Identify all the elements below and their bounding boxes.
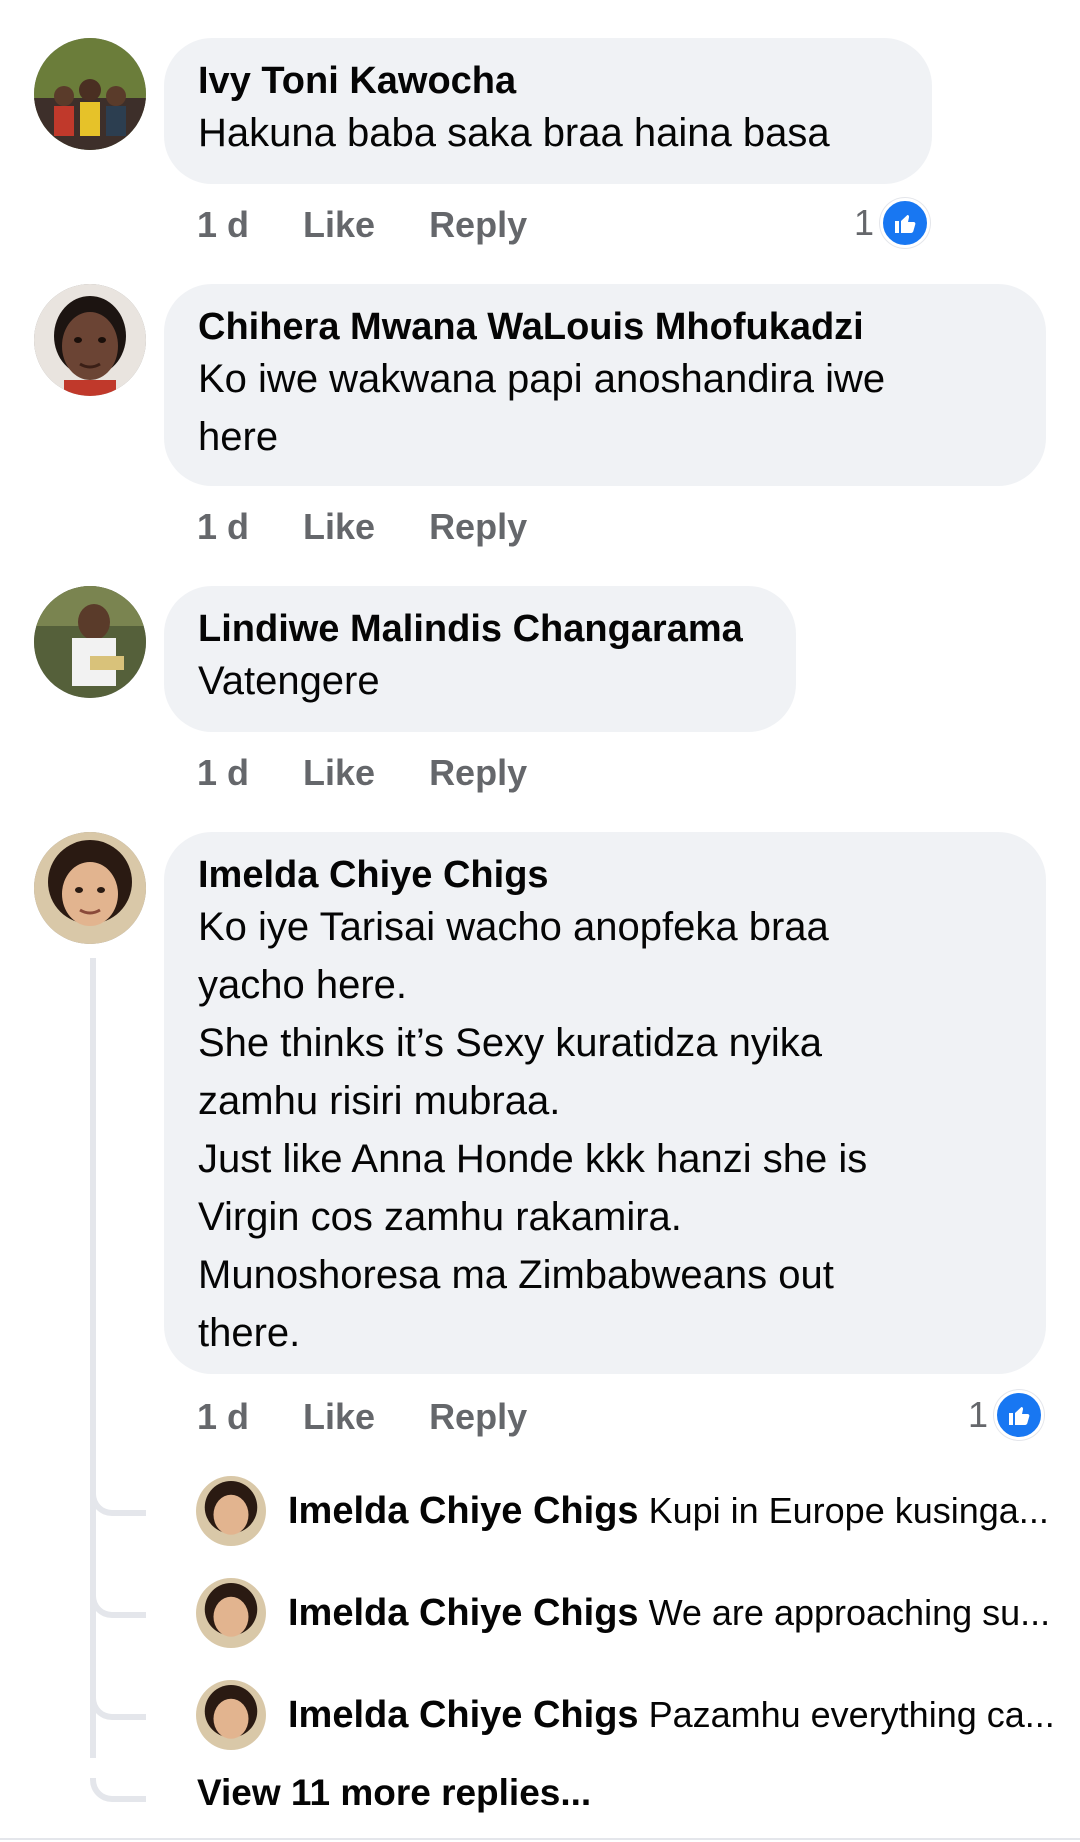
- avatar-lindiwe[interactable]: [34, 586, 146, 698]
- comment-text: Hakuna baba saka braa haina basa: [198, 111, 830, 155]
- reply-text: Kupi in Europe kusinga...: [648, 1489, 1049, 1531]
- reply-text: We are approaching su...: [648, 1591, 1051, 1633]
- reply-avatar[interactable]: [196, 1680, 266, 1750]
- reply-connector: [90, 1594, 146, 1618]
- reply-text: Pazamhu everything ca...: [648, 1693, 1055, 1735]
- comment-author[interactable]: Ivy Toni Kawocha: [198, 58, 898, 104]
- reply-connector: [90, 1696, 146, 1720]
- like-button[interactable]: Like: [303, 752, 375, 794]
- like-button[interactable]: Like: [303, 204, 375, 246]
- reply-avatar[interactable]: [196, 1476, 266, 1546]
- comment-text: Ko iwe wakwana papi anoshandira iwe here: [198, 357, 886, 459]
- reaction-count[interactable]: 1: [968, 1390, 1045, 1440]
- avatar-imelda-image: [34, 832, 146, 944]
- comment-text: Ko iye Tarisai wacho anopfeka braa yacho…: [198, 905, 868, 1355]
- reply-connector: [90, 1778, 146, 1802]
- reply-item[interactable]: Imelda Chiye Chigs Kupi in Europe kusing…: [196, 1476, 1056, 1546]
- reply-content: Imelda Chiye Chigs Pazamhu everything ca…: [288, 1694, 1055, 1737]
- reply-button[interactable]: Reply: [429, 752, 527, 794]
- avatar-imelda[interactable]: [34, 832, 146, 944]
- comment-time[interactable]: 1 d: [197, 506, 249, 548]
- reply-avatar[interactable]: [196, 1578, 266, 1648]
- comment-actions: 1 d Like Reply: [197, 1392, 527, 1442]
- reply-item[interactable]: Imelda Chiye Chigs Pazamhu everything ca…: [196, 1680, 1056, 1750]
- comment-bubble: Ivy Toni Kawocha Hakuna baba saka braa h…: [164, 38, 932, 184]
- reply-content: Imelda Chiye Chigs Kupi in Europe kusing…: [288, 1490, 1049, 1533]
- reply-author[interactable]: Imelda Chiye Chigs: [288, 1694, 639, 1736]
- reaction-count[interactable]: 1: [854, 198, 931, 248]
- reply-item[interactable]: Imelda Chiye Chigs We are approaching su…: [196, 1578, 1056, 1648]
- reply-author[interactable]: Imelda Chiye Chigs: [288, 1490, 639, 1532]
- comment-actions: 1 d Like Reply: [197, 502, 527, 552]
- reply-connector: [90, 1492, 146, 1516]
- avatar-ivy-image: [34, 38, 146, 150]
- avatar-chihera-image: [34, 284, 146, 396]
- comment-author[interactable]: Lindiwe Malindis Changarama: [198, 606, 762, 652]
- comment-bubble: Chihera Mwana WaLouis Mhofukadzi Ko iwe …: [164, 284, 1046, 486]
- comment-author[interactable]: Chihera Mwana WaLouis Mhofukadzi: [198, 304, 1012, 350]
- avatar-ivy[interactable]: [34, 38, 146, 150]
- comment-author[interactable]: Imelda Chiye Chigs: [198, 852, 1012, 898]
- like-button[interactable]: Like: [303, 1396, 375, 1438]
- reaction-number: 1: [968, 1394, 989, 1435]
- thumbs-up-icon: [994, 1390, 1045, 1440]
- view-more-replies-link[interactable]: View 11 more replies...: [197, 1772, 591, 1814]
- reaction-number: 1: [854, 202, 875, 243]
- bottom-divider: [0, 1838, 1080, 1840]
- like-button[interactable]: Like: [303, 506, 375, 548]
- comment-time[interactable]: 1 d: [197, 1396, 249, 1438]
- avatar-lindiwe-image: [34, 586, 146, 698]
- reply-content: Imelda Chiye Chigs We are approaching su…: [288, 1592, 1050, 1635]
- reply-author[interactable]: Imelda Chiye Chigs: [288, 1592, 639, 1634]
- comment-text: Vatengere: [198, 659, 380, 703]
- comment-time[interactable]: 1 d: [197, 204, 249, 246]
- reply-thread-line: [90, 958, 96, 1758]
- reply-button[interactable]: Reply: [429, 204, 527, 246]
- comment-bubble: Imelda Chiye Chigs Ko iye Tarisai wacho …: [164, 832, 1046, 1374]
- reply-button[interactable]: Reply: [429, 1396, 527, 1438]
- comment-actions: 1 d Like Reply: [197, 748, 527, 798]
- comment-time[interactable]: 1 d: [197, 752, 249, 794]
- comment-actions: 1 d Like Reply: [197, 200, 527, 250]
- comment-bubble: Lindiwe Malindis Changarama Vatengere: [164, 586, 796, 732]
- reply-button[interactable]: Reply: [429, 506, 527, 548]
- thumbs-up-icon: [880, 198, 931, 248]
- avatar-chihera[interactable]: [34, 284, 146, 396]
